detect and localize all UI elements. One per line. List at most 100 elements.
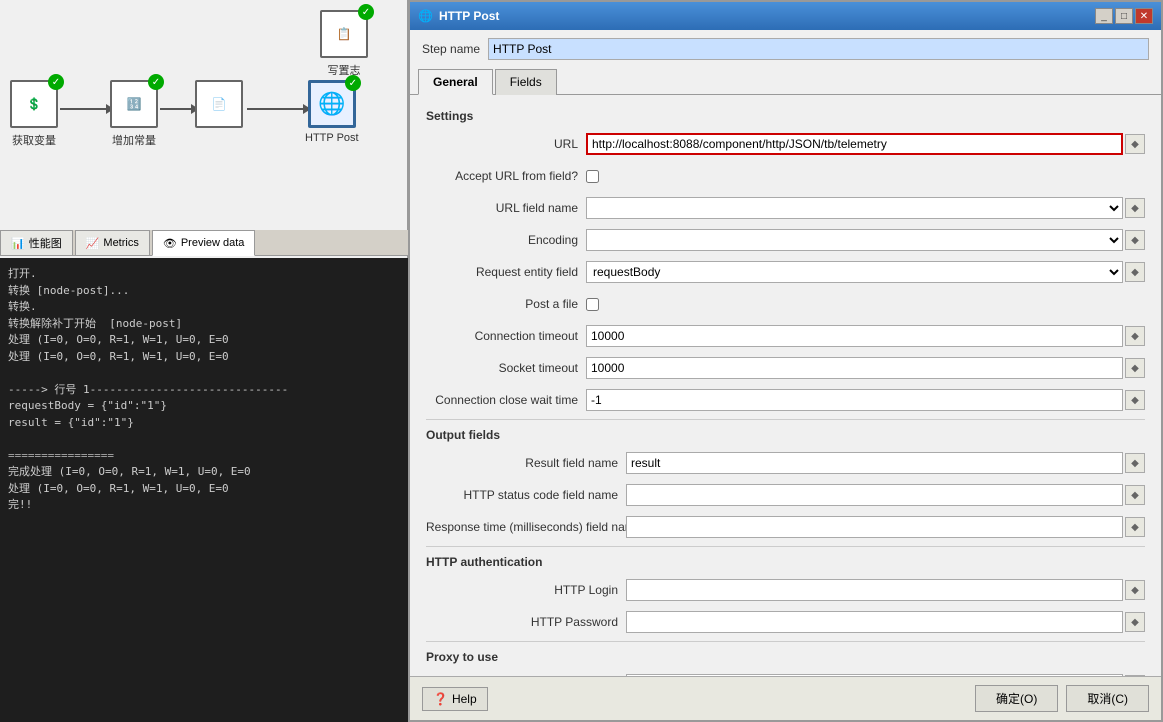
http-login-row: HTTP Login ◆ (426, 577, 1145, 603)
connection-timeout-input[interactable] (586, 325, 1123, 347)
tab-general[interactable]: General (418, 69, 493, 95)
node-check-log: ✓ (358, 4, 374, 20)
dialog-footer: ❓ Help 确定(O) 取消(C) (410, 676, 1161, 720)
socket-timeout-input[interactable] (586, 357, 1123, 379)
proxy-section-title: Proxy to use (426, 650, 1145, 664)
url-label: URL (426, 137, 586, 151)
connection-timeout-group: ◆ (586, 325, 1145, 347)
step-name-row: Step name (410, 30, 1161, 68)
request-entity-row: Request entity field requestBody ◆ (426, 259, 1145, 285)
node-check-4: ✓ (345, 75, 361, 91)
output-divider (426, 546, 1145, 547)
tab-perf[interactable]: 📊 性能图 (0, 230, 73, 255)
http-status-group: ◆ (626, 484, 1145, 506)
encoding-select[interactable] (586, 229, 1123, 251)
encoding-row: Encoding ◆ (426, 227, 1145, 253)
http-status-diamond-btn[interactable]: ◆ (1125, 485, 1145, 505)
log-output: 打开. 转换 [node-post]... 转换. 转换解除补丁开始 [node… (0, 258, 408, 722)
connection-timeout-label: Connection timeout (426, 329, 586, 343)
confirm-button[interactable]: 确定(O) (975, 685, 1058, 712)
socket-timeout-group: ◆ (586, 357, 1145, 379)
chart-icon: 📊 (11, 237, 25, 250)
node-check-1: ✓ (48, 74, 64, 90)
node-empty[interactable]: 📄 (195, 80, 243, 132)
result-field-group: ◆ (626, 452, 1145, 474)
minimize-button[interactable]: _ (1095, 8, 1113, 24)
url-input-group: ◆ (586, 133, 1145, 155)
arrow-2 (160, 108, 193, 110)
request-entity-diamond-btn[interactable]: ◆ (1125, 262, 1145, 282)
post-file-checkbox[interactable] (586, 298, 599, 311)
dialog-title-icon: 🌐 (418, 9, 433, 23)
http-status-label: HTTP status code field name (426, 488, 626, 502)
node-http-post[interactable]: 🌐 ✓ HTTP Post (305, 80, 359, 144)
http-password-diamond-btn[interactable]: ◆ (1125, 612, 1145, 632)
dialog-tab-bar: General Fields (410, 68, 1161, 95)
accept-url-checkbox[interactable] (586, 170, 599, 183)
node-label-1: 获取变量 (12, 132, 56, 148)
tab-metrics[interactable]: 📈 Metrics (75, 230, 150, 255)
http-auth-section-title: HTTP authentication (426, 555, 1145, 569)
connection-close-wait-diamond-btn[interactable]: ◆ (1125, 390, 1145, 410)
canvas-panel: 📋 ✓ 写置志 💲 ✓ 获取变量 🔢 ✓ 增加常量 (0, 0, 408, 722)
help-icon: ❓ (433, 692, 448, 706)
step-name-input[interactable] (488, 38, 1149, 60)
response-time-row: Response time (milliseconds) field name … (426, 514, 1145, 540)
arrow-3 (247, 108, 305, 110)
url-row: URL ◆ (426, 131, 1145, 157)
http-login-diamond-btn[interactable]: ◆ (1125, 580, 1145, 600)
http-password-label: HTTP Password (426, 615, 626, 629)
url-input[interactable] (586, 133, 1123, 155)
socket-timeout-diamond-btn[interactable]: ◆ (1125, 358, 1145, 378)
connection-timeout-row: Connection timeout ◆ (426, 323, 1145, 349)
response-time-input[interactable] (626, 516, 1123, 538)
post-file-label: Post a file (426, 297, 586, 311)
url-field-name-select[interactable] (586, 197, 1123, 219)
connection-close-wait-input[interactable] (586, 389, 1123, 411)
encoding-group: ◆ (586, 229, 1145, 251)
http-login-group: ◆ (626, 579, 1145, 601)
request-entity-select[interactable]: requestBody (586, 261, 1123, 283)
encoding-diamond-btn[interactable]: ◆ (1125, 230, 1145, 250)
node-get-var[interactable]: 💲 ✓ 获取变量 (10, 80, 58, 148)
maximize-button[interactable]: □ (1115, 8, 1133, 24)
close-button[interactable]: ✕ (1135, 8, 1153, 24)
help-button[interactable]: ❓ Help (422, 687, 488, 711)
node-log[interactable]: 📋 ✓ 写置志 (320, 10, 368, 78)
tab-preview[interactable]: 👁 Preview data (152, 230, 256, 256)
footer-action-buttons: 确定(O) 取消(C) (975, 685, 1149, 712)
result-field-input[interactable] (626, 452, 1123, 474)
dialog-titlebar: 🌐 HTTP Post _ □ ✕ (410, 2, 1161, 30)
request-entity-label: Request entity field (426, 265, 586, 279)
http-login-label: HTTP Login (426, 583, 626, 597)
connection-close-wait-row: Connection close wait time ◆ (426, 387, 1145, 413)
http-password-input[interactable] (626, 611, 1123, 633)
socket-timeout-row: Socket timeout ◆ (426, 355, 1145, 381)
url-field-diamond-btn[interactable]: ◆ (1125, 198, 1145, 218)
url-diamond-btn[interactable]: ◆ (1125, 134, 1145, 154)
post-file-row: Post a file (426, 291, 1145, 317)
settings-divider (426, 419, 1145, 420)
node-add-const[interactable]: 🔢 ✓ 增加常量 (110, 80, 158, 148)
url-field-name-label: URL field name (426, 201, 586, 215)
tab-fields[interactable]: Fields (495, 69, 557, 95)
metrics-icon: 📈 (86, 237, 100, 250)
socket-timeout-label: Socket timeout (426, 361, 586, 375)
result-field-diamond-btn[interactable]: ◆ (1125, 453, 1145, 473)
arrow-1 (60, 108, 108, 110)
http-password-row: HTTP Password ◆ (426, 609, 1145, 635)
accept-url-row: Accept URL from field? (426, 163, 1145, 189)
eye-icon: 👁 (163, 237, 177, 250)
node-check-2: ✓ (148, 74, 164, 90)
cancel-button[interactable]: 取消(C) (1066, 685, 1149, 712)
accept-url-label: Accept URL from field? (426, 169, 586, 183)
http-status-input[interactable] (626, 484, 1123, 506)
connection-timeout-diamond-btn[interactable]: ◆ (1125, 326, 1145, 346)
node-label-2: 增加常量 (112, 132, 156, 148)
http-login-input[interactable] (626, 579, 1123, 601)
response-time-group: ◆ (626, 516, 1145, 538)
url-field-name-row: URL field name ◆ (426, 195, 1145, 221)
bottom-tab-bar: 📊 性能图 📈 Metrics 👁 Preview data (0, 230, 408, 256)
response-time-diamond-btn[interactable]: ◆ (1125, 517, 1145, 537)
connection-close-wait-group: ◆ (586, 389, 1145, 411)
